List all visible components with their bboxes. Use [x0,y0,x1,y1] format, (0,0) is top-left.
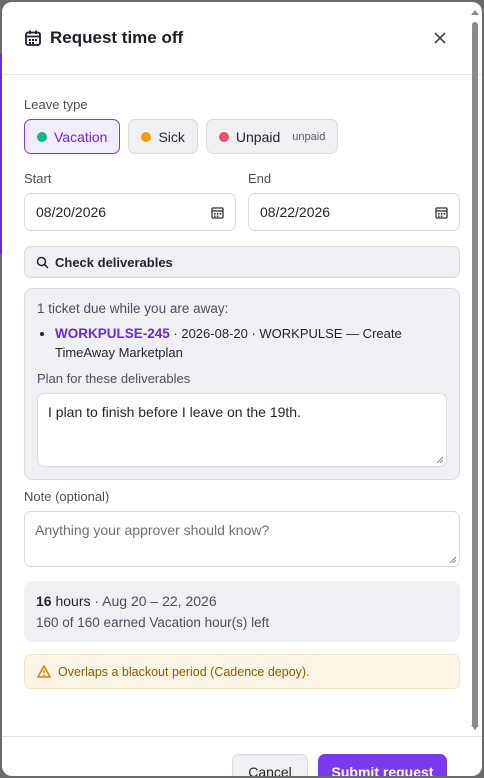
end-date-group: End 08/22/2026 [248,171,460,231]
note-label: Note (optional) [24,489,110,504]
vacation-dot-icon [37,131,47,142]
list-item: WORKPULSE-245 · 2026-08-20 · WORKPULSE —… [55,324,447,362]
leave-type-vacation[interactable]: Vacation [24,119,121,154]
start-date-value: 08/20/2026 [36,204,107,220]
close-icon [434,32,446,44]
hours-number: 16 [36,593,52,609]
leave-type-label: Vacation [54,128,108,145]
note-placeholder: Anything your approver should know? [35,522,270,538]
leave-type-sick[interactable]: Sick [128,119,198,154]
note-textarea[interactable]: Anything your approver should know? [24,511,460,567]
start-date-group: Start 08/20/2026 [24,171,236,231]
check-deliverables-label: Check deliverables [55,254,173,270]
leave-type-unpaid[interactable]: Unpaid unpaid [205,119,339,154]
plan-label: Plan for these deliverables [37,371,191,386]
dialog-body: Leave type Vacation Sick Unpaid unpaid S… [2,97,482,689]
leave-type-options: Vacation Sick Unpaid unpaid [24,119,460,154]
plan-value: I plan to finish before I leave on the 1… [48,404,301,420]
date-range-summary: · Aug 20 – 22, 2026 [90,593,217,609]
leave-type-label: Sick [158,128,185,145]
scroll-down-icon[interactable] [471,725,479,730]
dialog-title: Request time off [50,28,184,47]
deliverables-panel: 1 ticket due while you are away: WORKPUL… [24,288,460,480]
ticket-link[interactable]: WORKPULSE-245 [55,326,170,341]
scroll-up-icon[interactable] [471,10,479,15]
deliverables-summary: 1 ticket due while you are away: [37,301,229,316]
leave-type-label: Leave type [24,97,88,112]
ticket-list: WORKPULSE-245 · 2026-08-20 · WORKPULSE —… [37,324,447,362]
end-date-input[interactable]: 08/22/2026 [248,193,460,231]
dialog-header: Request time off [2,2,482,75]
unpaid-dot-icon [218,131,229,142]
scrollbar[interactable] [470,4,480,776]
start-date-input[interactable]: 08/20/2026 [24,193,236,231]
calendar-picker-icon[interactable] [211,206,224,219]
balance-text: 160 of 160 earned Vacation hour(s) left [36,615,270,630]
dialog-footer: Cancel Submit request [2,736,482,776]
start-label: Start [24,171,52,186]
plan-textarea[interactable]: I plan to finish before I leave on the 1… [37,393,447,467]
leave-type-label: Unpaid [235,128,281,145]
unpaid-badge: unpaid [292,130,326,143]
close-button[interactable] [426,24,454,52]
end-label: End [248,171,272,186]
resize-handle-icon[interactable] [449,556,457,564]
calendar-picker-icon[interactable] [435,206,448,219]
sick-dot-icon [141,131,152,142]
check-deliverables-button[interactable]: Check deliverables [24,246,460,278]
cancel-button[interactable]: Cancel [232,754,308,776]
end-date-value: 08/22/2026 [260,204,331,220]
hours-unit: hours [51,593,91,609]
date-range: Start 08/20/2026 End 08/22/2026 [24,171,460,231]
blackout-warning: Overlaps a blackout period (Cadence depo… [24,654,460,689]
scroll-thumb[interactable] [472,22,478,727]
search-icon [36,256,49,269]
warning-icon [37,665,51,678]
submit-request-button[interactable]: Submit request [318,754,447,776]
request-summary: 16 hours · Aug 20 – 22, 2026 160 of 160 … [24,581,460,642]
calendar-icon [25,30,41,46]
resize-handle-icon[interactable] [436,456,444,464]
hours-summary: 16 hours · Aug 20 – 22, 2026 [36,593,448,609]
warning-text: Overlaps a blackout period (Cadence depo… [58,664,310,679]
request-time-off-dialog: Request time off Leave type Vacation Sic… [2,2,482,776]
